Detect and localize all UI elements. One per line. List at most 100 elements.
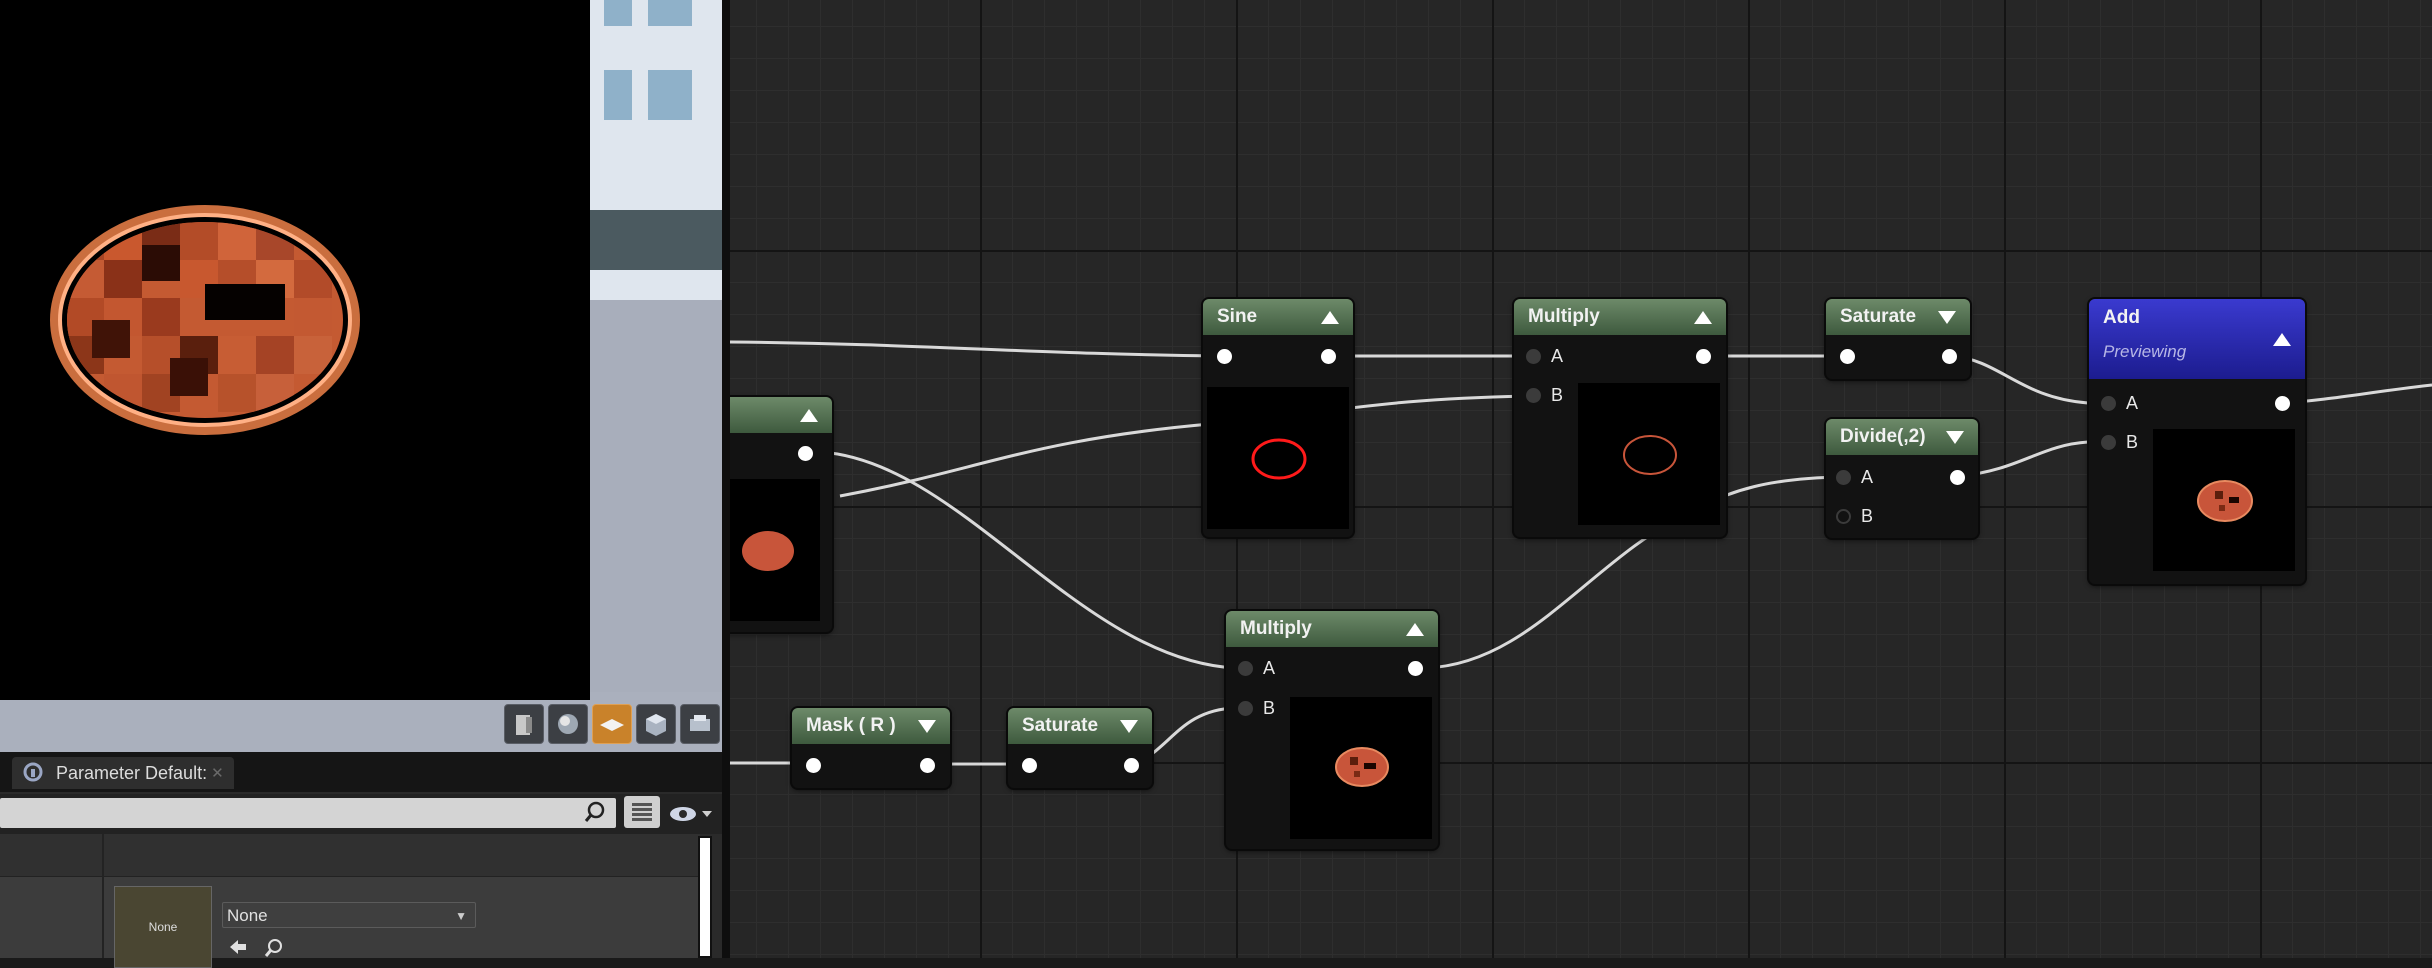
node-title: Mask ( R ) [806,715,896,736]
preview-orange-ring [1623,435,1677,475]
texture-thumbnail[interactable]: None [114,886,212,968]
node-title: Divide(,2) [1840,426,1926,447]
texture-asset-dropdown[interactable]: None ▼ [222,902,476,928]
partial-texture-node[interactable] [730,397,832,632]
expand-arrow-icon[interactable] [1946,431,1964,444]
saturate-node-bottom[interactable]: Saturate [1008,708,1152,788]
node-preview [1207,387,1349,529]
node-header: Sine [1203,299,1353,335]
chevron-down-icon: ▼ [455,909,467,923]
input-pin[interactable] [1217,344,1232,368]
mask-r-node[interactable]: Mask ( R ) [792,708,950,788]
multiply-node-top[interactable]: Multiply A B [1514,299,1726,537]
use-selected-arrow-icon[interactable] [228,938,248,956]
preview-plane [0,0,590,700]
preview-material-ellipse [50,205,360,435]
input-pin-b[interactable]: B [2101,430,2138,454]
pin-label: A [1551,345,1564,366]
collapse-arrow-icon[interactable] [1406,623,1424,636]
search-input[interactable] [0,798,616,828]
tab-close-icon[interactable]: ✕ [211,764,224,782]
cube-icon [646,714,666,736]
input-pin[interactable] [806,753,821,777]
background-building [588,0,722,300]
panel-splitter[interactable] [722,0,730,958]
pin-label: B [1861,505,1874,526]
pin-label: A [1263,657,1276,678]
collapse-arrow-icon[interactable] [2273,333,2291,346]
background-ground [588,300,722,700]
collapse-arrow-icon[interactable] [1694,311,1712,324]
preview-sphere-button[interactable] [548,704,588,744]
parameter-defaults-panel: Parameter Default: ✕ None None ▼ [0,752,722,968]
input-pin[interactable] [1022,753,1037,777]
wire-partial-to-multiply-b [839,394,1529,498]
collapse-arrow-icon[interactable] [800,409,818,422]
pin-label: B [1263,697,1276,718]
add-node[interactable]: Add Previewing A B [2089,299,2305,584]
expand-arrow-icon[interactable] [1938,311,1956,324]
node-header [730,397,832,433]
preview-pixel-ellipse [1335,747,1389,787]
pin-label: B [1551,384,1564,405]
node-title: Multiply [1240,618,1312,639]
tab-label: Parameter Default: [56,762,208,783]
node-title: Add [2103,307,2140,328]
input-pin-a[interactable]: A [1526,344,1563,368]
input-pin-b[interactable]: B [1526,383,1563,407]
output-pin[interactable] [1950,465,1965,489]
details-magnifier-icon [23,762,43,782]
node-preview [1578,383,1720,525]
viewport-preview-toolbar [504,704,720,748]
property-column-divider[interactable] [102,834,104,958]
multiply-node-bottom[interactable]: Multiply A B [1226,611,1438,849]
preview-pixel-ellipse [2197,480,2253,522]
expand-arrow-icon[interactable] [1120,720,1138,733]
wire-divide-to-add-b [1959,440,2089,478]
expand-arrow-icon[interactable] [918,720,936,733]
divide-node[interactable]: Divide(,2) A B [1826,419,1978,538]
collapse-arrow-icon[interactable] [1321,311,1339,324]
node-title: Saturate [1840,306,1917,327]
output-pin[interactable] [1321,344,1336,368]
texture-thumbnail-label: None [148,920,178,934]
output-pin[interactable] [1408,656,1423,680]
input-pin-b[interactable]: B [1238,696,1275,720]
preview-cube-button[interactable] [636,704,676,744]
saturate-node-top[interactable]: Saturate [1826,299,1970,379]
material-graph-canvas[interactable]: Sine Multiply A B Saturate Divide(,2) A … [730,0,2432,958]
material-preview-viewport[interactable] [0,0,722,752]
input-pin-b[interactable]: B [1836,504,1873,528]
output-pin[interactable] [798,441,813,465]
list-grid-icon [632,803,652,821]
input-pin-a[interactable]: A [2101,391,2138,415]
property-header-row [0,834,700,877]
tab-parameter-defaults[interactable]: Parameter Default: ✕ [12,757,234,789]
wire-saturate-to-add-a [1951,354,2089,405]
browse-search-icon[interactable] [264,938,284,958]
sine-node[interactable]: Sine [1203,299,1353,537]
search-icon [584,801,605,822]
cylinder-icon [516,715,532,735]
output-pin[interactable] [1124,753,1139,777]
custom-mesh-icon [690,715,710,731]
input-pin-a[interactable]: A [1238,656,1275,680]
node-header: Saturate [1826,299,1970,335]
output-pin[interactable] [920,753,935,777]
preview-plane-button[interactable] [592,704,632,744]
visibility-filter-button[interactable] [668,802,714,826]
preview-custom-mesh-button[interactable] [680,704,720,744]
node-header: Saturate [1008,708,1152,744]
output-pin[interactable] [2275,391,2290,415]
preview-cylinder-button[interactable] [504,704,544,744]
view-options-list-button[interactable] [624,796,660,828]
output-pin[interactable] [1696,344,1711,368]
node-header: Divide(,2) [1826,419,1978,455]
input-pin[interactable] [1840,344,1855,368]
plane-icon [600,719,624,731]
output-pin[interactable] [1942,344,1957,368]
input-pin-a[interactable]: A [1836,465,1873,489]
wire-partial-out-to-multiply-bottom [819,450,1236,670]
texture-asset-value: None [227,906,268,925]
panel-scrollbar[interactable] [698,836,712,958]
